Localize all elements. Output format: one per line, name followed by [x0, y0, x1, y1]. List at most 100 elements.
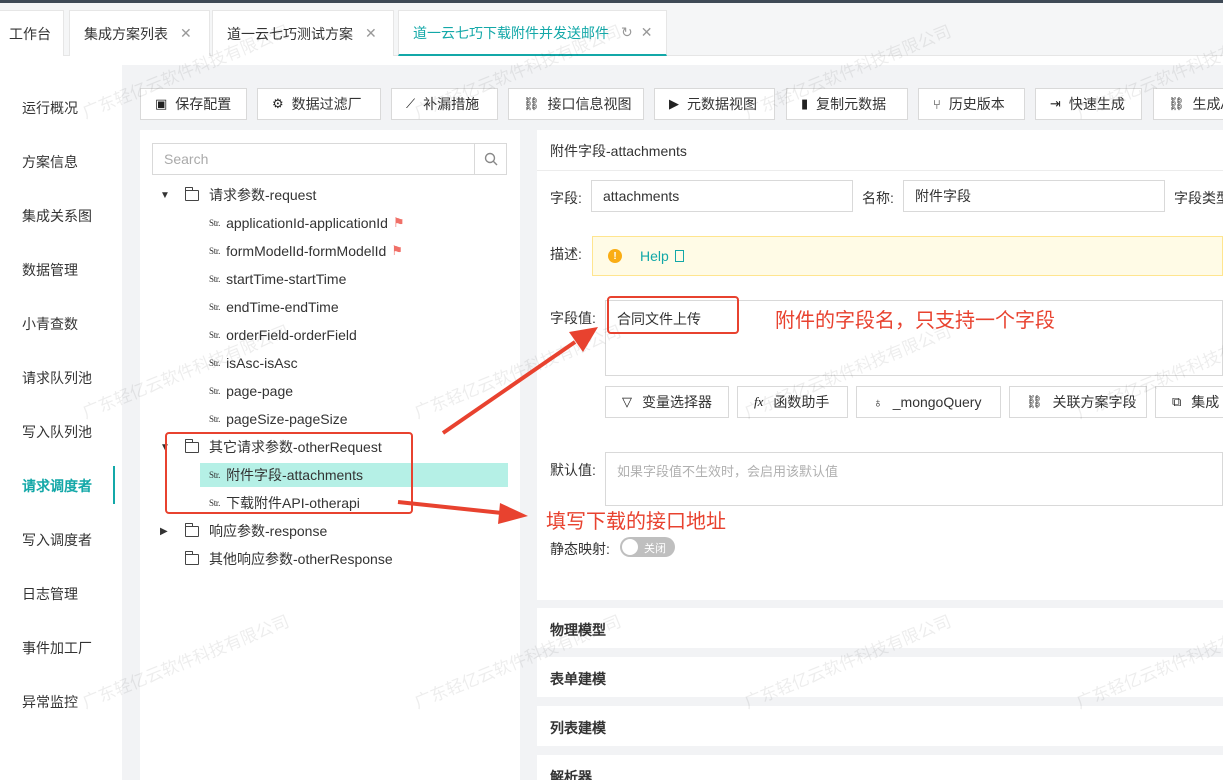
tab-label: 道一云七巧测试方案 [227, 25, 353, 42]
warning-icon: ! [608, 249, 622, 263]
tree-node-label: pageSize-pageSize [226, 411, 348, 427]
tab-workbench[interactable]: 工作台 [0, 10, 64, 56]
string-type-icon: Str. [209, 246, 221, 256]
button-label: 历史版本 [948, 96, 1005, 112]
tree-node-otherResponse[interactable]: 其他响应参数-otherResponse [185, 547, 393, 571]
sidebar-item-exception-monitor[interactable]: 异常监控 [22, 692, 78, 712]
tree-node-page[interactable]: Str. page-page [209, 379, 293, 403]
close-icon[interactable]: ✕ [641, 24, 653, 41]
section-title: 物理模型 [550, 622, 606, 638]
tab-download-attachment[interactable]: 道一云七巧下载附件并发送邮件 ↻ ✕ [398, 10, 667, 56]
sidebar-item-solution-info[interactable]: 方案信息 [22, 152, 78, 172]
sidebar-item-overview[interactable]: 运行概况 [22, 98, 78, 118]
tab-label: 工作台 [9, 25, 51, 42]
button-label: 保存配置 [175, 96, 232, 112]
metadata-view-button[interactable]: ▶ 元数据视图 [654, 88, 775, 120]
sidebar-item-relation-graph[interactable]: 集成关系图 [22, 206, 92, 226]
tab-solution-list[interactable]: 集成方案列表 ✕ [69, 10, 210, 56]
gear-icon: ⚙ [272, 96, 284, 111]
sidebar-item-write-queue[interactable]: 写入队列池 [22, 422, 92, 442]
section-list-modeling[interactable]: 列表建模 [537, 706, 1223, 746]
string-type-icon: Str. [209, 358, 221, 368]
annotation-field-note: 附件的字段名，只支持一个字段 [775, 310, 1055, 332]
default-value-textarea[interactable]: 如果字段值不生效时，会启用该默认值 [605, 452, 1223, 506]
button-label: 接口信息视图 [547, 96, 632, 112]
link-icon: ⛓ [1168, 96, 1185, 111]
integration-button[interactable]: ⧉ 集成 [1155, 386, 1223, 418]
field-type-label: 字段类型 [1174, 190, 1223, 206]
sidebar-item-request-scheduler[interactable]: 请求调度者 [22, 476, 92, 496]
sidebar-item-log-management[interactable]: 日志管理 [22, 584, 78, 604]
tree-node-request[interactable]: 请求参数-request [185, 183, 316, 207]
tab-bar: 工作台 集成方案列表 ✕ 道一云七巧测试方案 ✕ 道一云七巧下载附件并发送邮件 … [0, 0, 1223, 56]
document-icon[interactable] [674, 250, 684, 262]
save-icon: ▣ [155, 96, 168, 111]
generate-api-button[interactable]: ⛓ 生成A [1153, 88, 1223, 120]
copy-icon: ▮ [801, 96, 809, 111]
search-input[interactable] [153, 144, 475, 174]
tree-node-response[interactable]: 响应参数-response [185, 519, 327, 543]
related-field-button[interactable]: ⛓ 关联方案字段 [1009, 386, 1147, 418]
section-title: 表单建模 [550, 671, 606, 687]
button-label: 关联方案字段 [1052, 394, 1137, 410]
description-label: 描述: [550, 246, 582, 262]
tree-node-applicationId[interactable]: Str. applicationId-applicationId ⚑ [209, 211, 405, 235]
tab-label: 集成方案列表 [84, 25, 168, 42]
tree-node-endTime[interactable]: Str. endTime-endTime [209, 295, 339, 319]
refresh-icon[interactable]: ↻ [621, 24, 633, 41]
mongo-query-button[interactable]: ♁ _mongoQuery [856, 386, 1001, 418]
search-button[interactable] [474, 144, 506, 174]
function-helper-button[interactable]: fx 函数助手 [737, 386, 848, 418]
string-type-icon: Str. [209, 414, 221, 424]
sidebar-item-request-queue[interactable]: 请求队列池 [22, 368, 92, 388]
folder-icon [185, 186, 199, 201]
save-config-button[interactable]: ▣ 保存配置 [140, 88, 247, 120]
annotation-box-field-value [607, 296, 739, 334]
caret-down-icon[interactable]: ▼ [160, 190, 170, 201]
tab-label: 道一云七巧下载附件并发送邮件 [413, 24, 609, 41]
sidebar-item-event-factory[interactable]: 事件加工厂 [22, 638, 92, 658]
caret-right-icon[interactable]: ▶ [160, 526, 168, 537]
tree-node-pageSize[interactable]: Str. pageSize-pageSize [209, 407, 347, 431]
help-link[interactable]: Help [640, 248, 669, 264]
annotation-box-tree [165, 432, 413, 514]
folder-icon [185, 522, 199, 537]
sidebar-item-write-scheduler[interactable]: 写入调度者 [22, 530, 92, 550]
remedy-button[interactable]: ⟋ 补漏措施 [391, 88, 498, 120]
close-icon[interactable]: ✕ [365, 25, 377, 42]
quick-generate-button[interactable]: ⇥ 快速生成 [1035, 88, 1142, 120]
filter-icon: ▽ [622, 394, 632, 409]
tree-node-formModelId[interactable]: Str. formModelId-formModelId ⚑ [209, 239, 403, 263]
field-input[interactable]: attachments [591, 180, 853, 212]
export-icon: ⇥ [1050, 96, 1061, 111]
tree-node-isAsc[interactable]: Str. isAsc-isAsc [209, 351, 298, 375]
static-mapping-switch[interactable]: 关闭 [620, 537, 675, 557]
search-icon [484, 152, 497, 166]
section-physical-model[interactable]: 物理模型 [537, 608, 1223, 648]
tree-node-label: orderField-orderField [226, 327, 357, 343]
name-label: 名称: [862, 190, 894, 206]
tree-node-startTime[interactable]: Str. startTime-startTime [209, 267, 346, 291]
annotation-api-note: 填写下载的接口地址 [546, 511, 726, 533]
section-parser[interactable]: 解析器 [537, 755, 1223, 780]
interface-view-button[interactable]: ⛓ 接口信息视图 [508, 88, 644, 120]
tree-node-label: isAsc-isAsc [226, 355, 298, 371]
panel-title: 附件字段-attachments [550, 143, 687, 159]
tree-node-label: page-page [226, 383, 294, 399]
link-icon: ⛓ [1026, 394, 1043, 409]
tree-node-orderField[interactable]: Str. orderField-orderField [209, 323, 357, 347]
name-input[interactable]: 附件字段 [903, 180, 1165, 212]
branch-icon: ⑂ [933, 96, 941, 112]
button-label: 快速生成 [1068, 96, 1125, 112]
top-line [0, 0, 1223, 3]
sidebar-item-query[interactable]: 小青查数 [22, 314, 78, 334]
copy-metadata-button[interactable]: ▮ 复制元数据 [786, 88, 908, 120]
close-icon[interactable]: ✕ [180, 25, 192, 42]
tab-test-solution[interactable]: 道一云七巧测试方案 ✕ [212, 10, 394, 56]
section-form-modeling[interactable]: 表单建模 [537, 657, 1223, 697]
data-filter-button[interactable]: ⚙ 数据过滤厂 [257, 88, 381, 120]
sidebar-item-data-management[interactable]: 数据管理 [22, 260, 78, 280]
variable-selector-button[interactable]: ▽ 变量选择器 [605, 386, 729, 418]
fx-icon: fx [754, 394, 764, 409]
history-version-button[interactable]: ⑂ 历史版本 [918, 88, 1025, 120]
